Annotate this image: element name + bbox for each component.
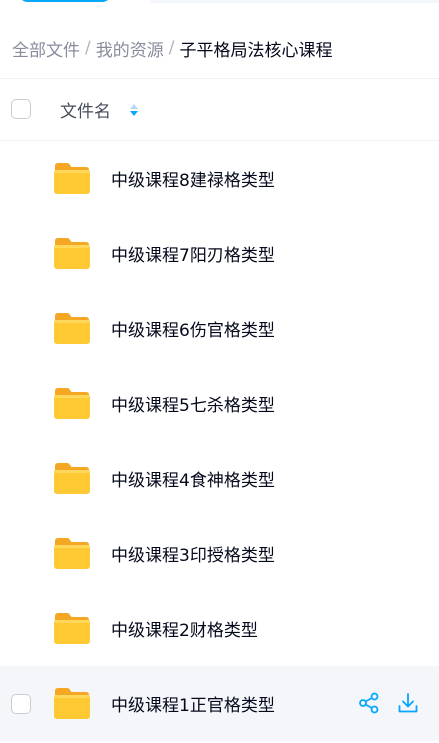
file-row[interactable]: 中级课程6伤官格类型 <box>0 291 439 366</box>
breadcrumb: 全部文件 / 我的资源 / 子平格局法核心课程 <box>12 36 333 61</box>
file-row[interactable]: 中级课程4食神格类型 <box>0 441 439 516</box>
file-row[interactable]: 中级课程1正官格类型 <box>0 666 439 741</box>
file-row[interactable]: 中级课程7阳刃格类型 <box>0 216 439 291</box>
folder-icon <box>53 536 91 570</box>
file-name[interactable]: 中级课程7阳刃格类型 <box>111 241 275 266</box>
file-row[interactable]: 中级课程3印授格类型 <box>0 516 439 591</box>
file-name[interactable]: 中级课程4食神格类型 <box>111 466 275 491</box>
folder-icon <box>53 161 91 195</box>
breadcrumb-separator: / <box>168 38 175 58</box>
breadcrumb-link-all-files[interactable]: 全部文件 <box>12 36 80 61</box>
select-all-checkbox[interactable] <box>11 99 31 119</box>
file-name[interactable]: 中级课程3印授格类型 <box>111 541 275 566</box>
file-row[interactable]: 中级课程2财格类型 <box>0 591 439 666</box>
upload-button[interactable] <box>18 0 112 2</box>
list-header: 文件名 <box>0 79 439 140</box>
sort-icon[interactable] <box>128 101 140 119</box>
folder-icon <box>53 461 91 495</box>
folder-icon <box>53 311 91 345</box>
file-browser: 全部文件 / 我的资源 / 子平格局法核心课程 文件名 中级课程8建禄格类型 中级… <box>0 0 439 743</box>
breadcrumb-link-my-resources[interactable]: 我的资源 <box>96 36 164 61</box>
file-name[interactable]: 中级课程5七杀格类型 <box>111 391 275 416</box>
file-name[interactable]: 中级课程1正官格类型 <box>111 691 275 716</box>
file-name[interactable]: 中级课程8建禄格类型 <box>111 166 275 191</box>
breadcrumb-current-folder: 子平格局法核心课程 <box>179 40 333 61</box>
row-checkbox[interactable] <box>11 694 31 714</box>
file-row[interactable]: 中级课程8建禄格类型 <box>0 141 439 216</box>
folder-icon <box>53 386 91 420</box>
breadcrumb-separator: / <box>85 38 91 58</box>
folder-icon <box>53 686 91 720</box>
share-icon[interactable] <box>358 692 380 714</box>
folder-icon <box>53 611 91 645</box>
file-name[interactable]: 中级课程6伤官格类型 <box>111 316 275 341</box>
download-icon[interactable] <box>397 692 419 714</box>
search-bar[interactable] <box>150 0 439 3</box>
folder-icon <box>53 236 91 270</box>
file-name[interactable]: 中级课程2财格类型 <box>111 616 258 641</box>
column-header-filename[interactable]: 文件名 <box>60 97 111 122</box>
file-row[interactable]: 中级课程5七杀格类型 <box>0 366 439 441</box>
